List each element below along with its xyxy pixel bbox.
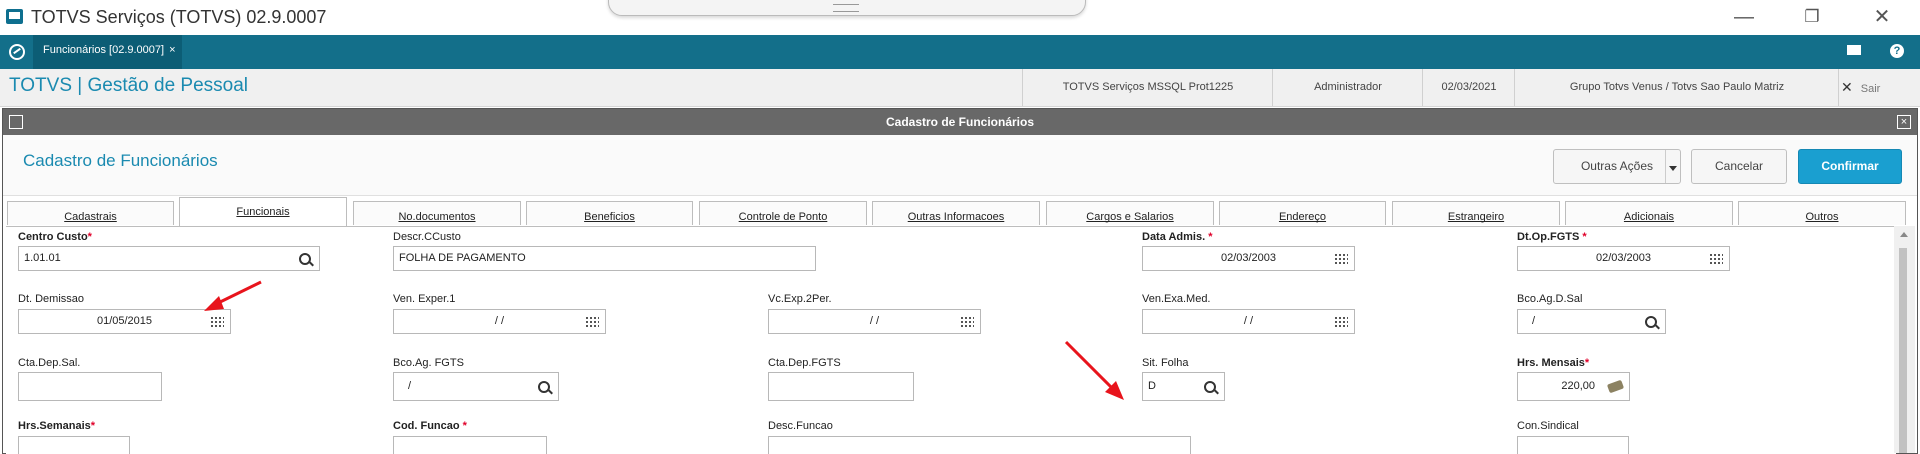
annotation-overlay xyxy=(204,280,1124,400)
annotation-arrow-demissao xyxy=(204,280,262,311)
annotation-arrow-sit-folha xyxy=(1064,340,1124,400)
